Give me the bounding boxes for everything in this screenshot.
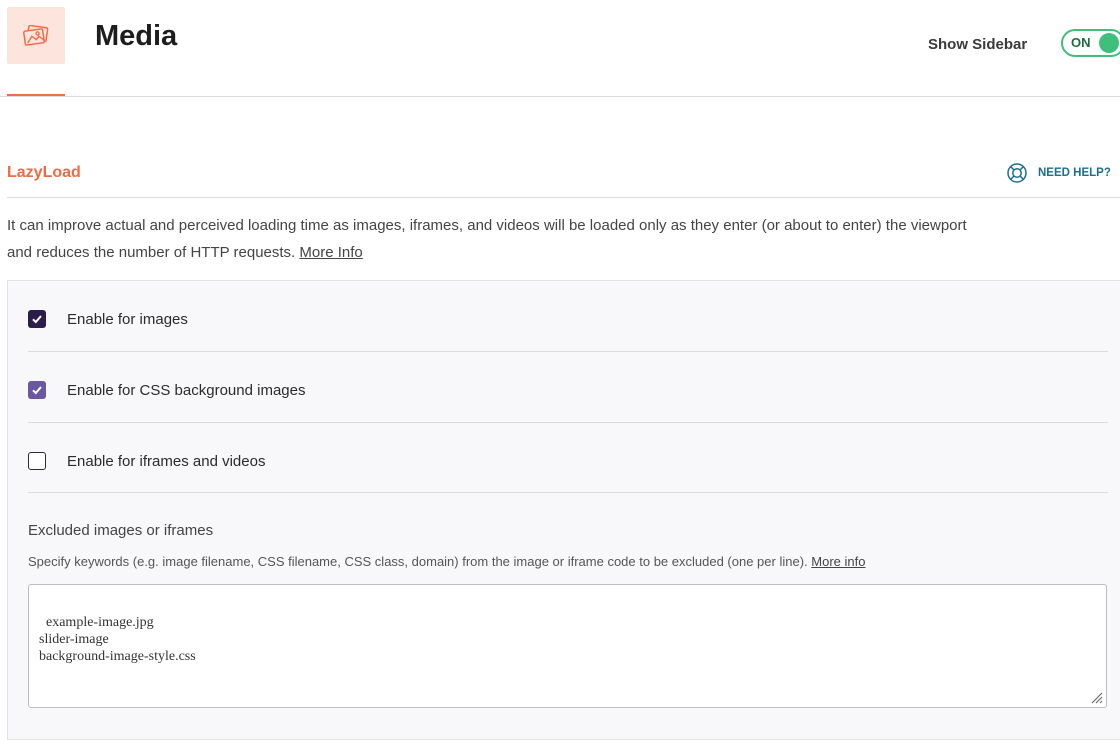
description-line-2: and reduces the number of HTTP requests. [7,244,296,261]
toggle-knob [1099,33,1119,53]
option-label: Enable for iframes and videos [67,452,266,470]
option-enable-css-background[interactable]: Enable for CSS background images [28,380,305,400]
css-background-checkbox[interactable] [28,381,46,399]
checkmark-icon [32,386,42,395]
option-label: Enable for CSS background images [67,381,306,399]
excluded-help-body: Specify keywords (e.g. image filename, C… [28,554,808,569]
need-help-label: NEED HELP? [1038,167,1111,179]
option-enable-iframes[interactable]: Enable for iframes and videos [28,451,265,471]
description-line-1: It can improve actual and perceived load… [7,217,967,234]
resize-handle-icon[interactable] [1089,690,1103,704]
option-enable-images[interactable]: Enable for images [28,309,188,329]
show-sidebar-toggle[interactable]: ON [1061,29,1120,57]
checkmark-icon [32,315,42,324]
images-icon [7,7,65,64]
toggle-state-label: ON [1071,35,1091,50]
option-divider [28,422,1108,423]
excluded-label: Excluded images or iframes [28,522,214,539]
section-description: It can improve actual and perceived load… [7,212,1120,266]
excluded-keywords-textarea[interactable]: example-image.jpg slider-image backgroun… [28,584,1107,708]
more-info-link[interactable]: More Info [299,244,362,261]
excluded-help-text: Specify keywords (e.g. image filename, C… [28,554,865,569]
section-divider [7,197,1120,198]
lifebuoy-icon [1007,163,1027,183]
need-help-link[interactable]: NEED HELP? [1006,162,1111,184]
textarea-value: example-image.jpg slider-image backgroun… [39,615,196,664]
page-title: Media [95,20,178,52]
show-sidebar-label: Show Sidebar [928,36,1028,53]
images-checkbox[interactable] [28,310,46,328]
section-title: LazyLoad [7,164,81,181]
header-divider [0,96,1120,97]
option-divider [28,492,1108,493]
option-divider [28,351,1108,352]
iframes-checkbox[interactable] [28,452,46,470]
excluded-more-info-link[interactable]: More info [811,554,865,569]
option-label: Enable for images [67,310,188,328]
